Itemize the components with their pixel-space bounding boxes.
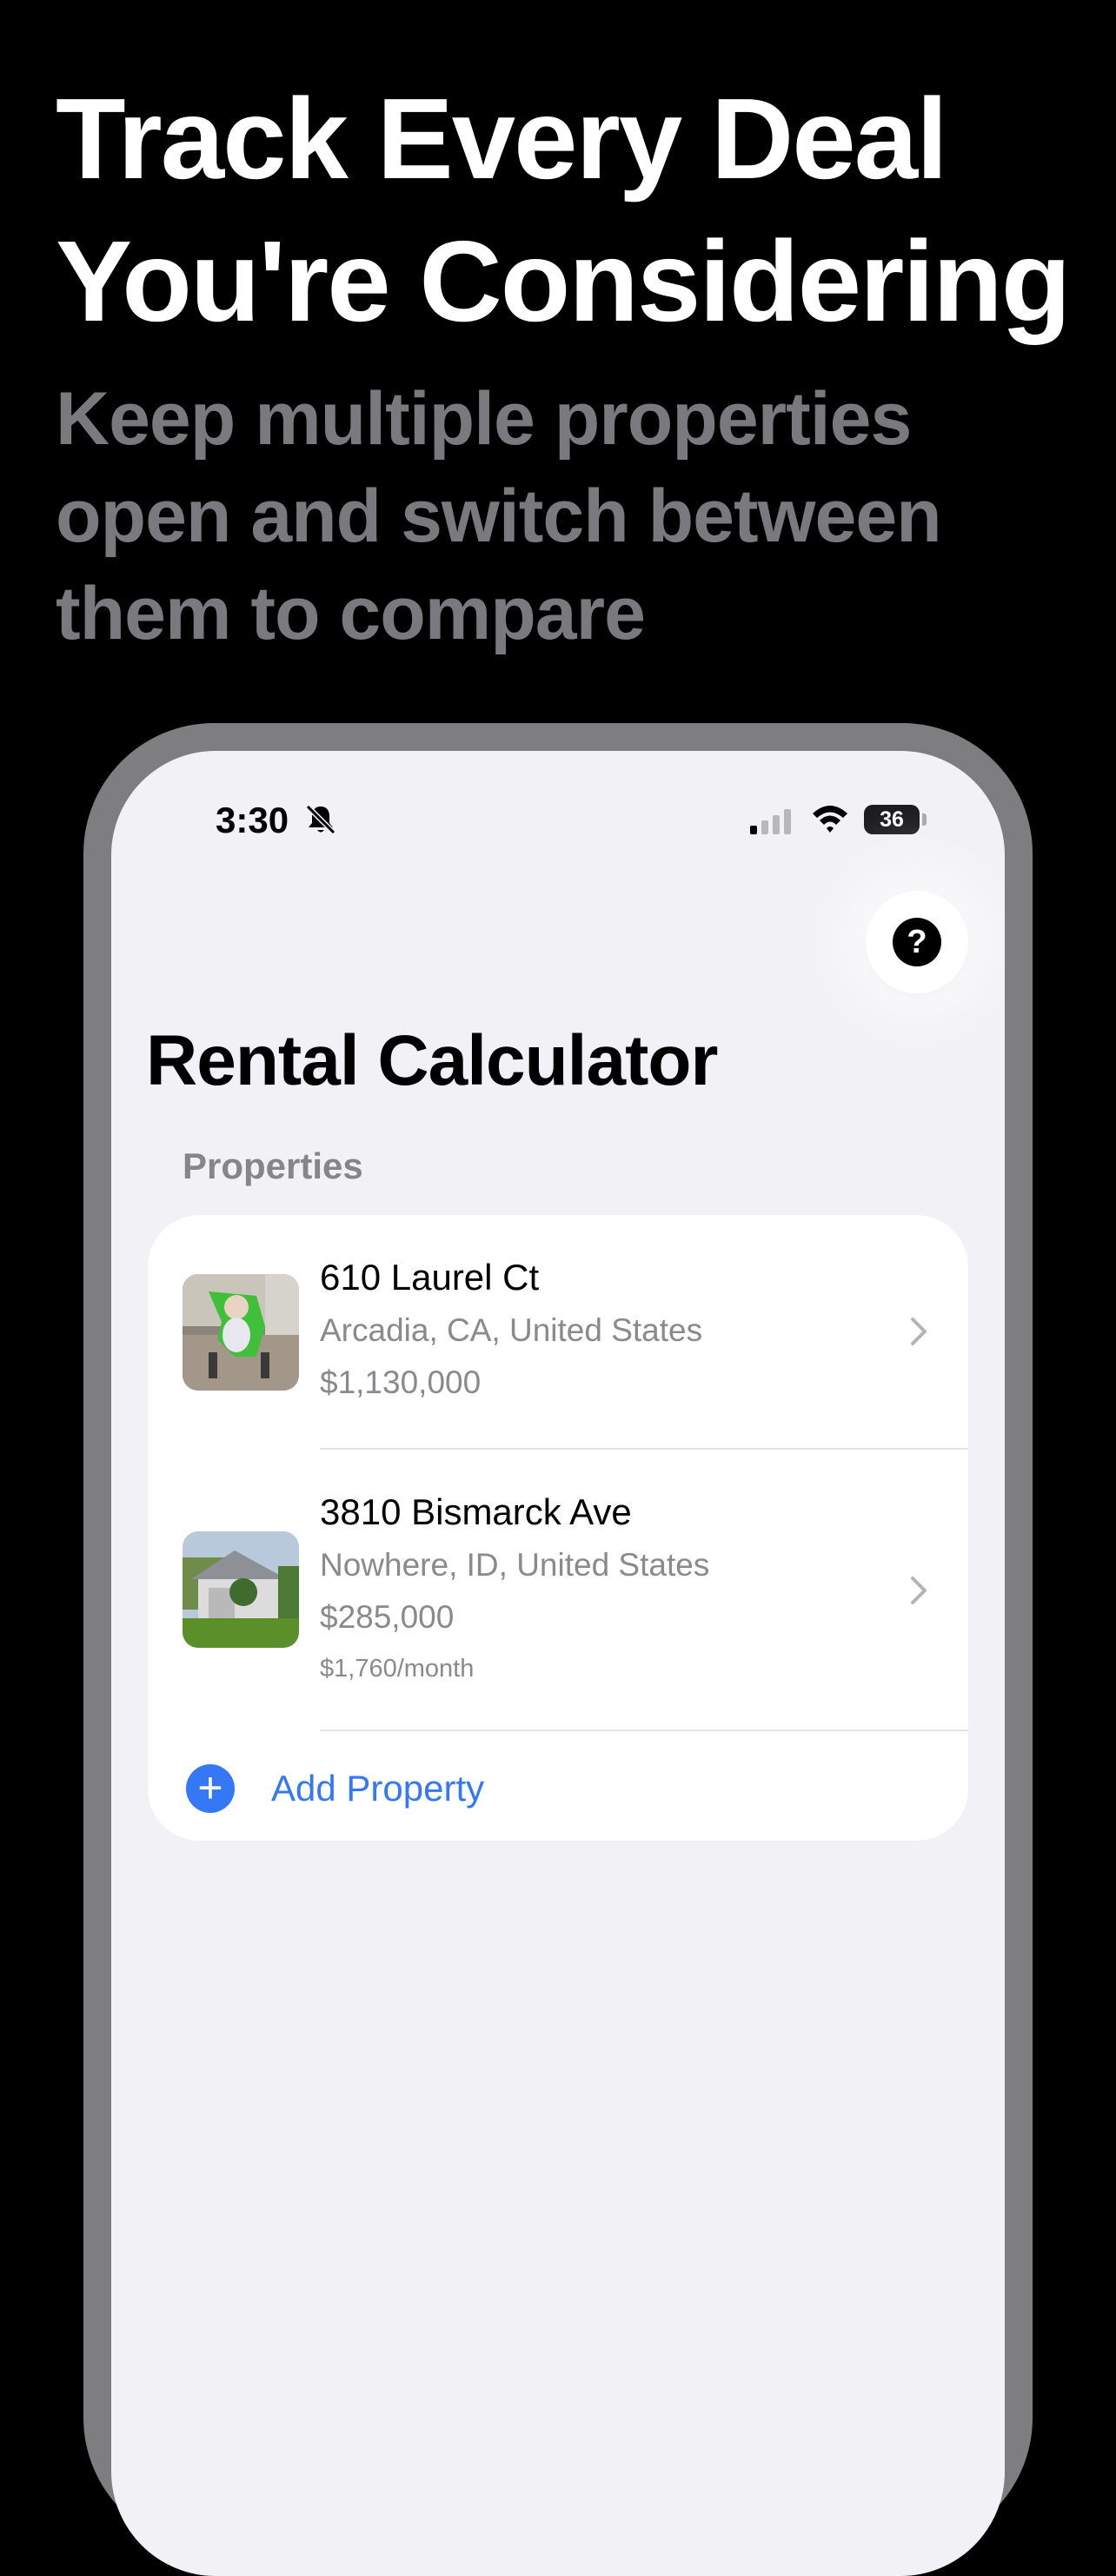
help-button[interactable]: ? (866, 891, 968, 993)
property-row[interactable]: 3810 Bismarck Ave Nowhere, ID, United St… (148, 1450, 968, 1731)
promo-subhead-line3: them to compare (56, 572, 646, 655)
status-time: 3:30 (216, 800, 289, 840)
wifi-icon (813, 806, 847, 833)
properties-list: 610 Laurel Ct Arcadia, CA, United States… (148, 1215, 968, 1841)
property-price: $285,000 (320, 1599, 455, 1635)
promo-headline: Track Every Deal You're Considering (56, 68, 1081, 353)
chevron-right-icon (911, 1318, 927, 1345)
property-photo (183, 1274, 299, 1391)
property-location: Nowhere, ID, United States (320, 1547, 710, 1583)
property-price: $1,130,000 (320, 1364, 482, 1400)
status-bar: 3:30 36 (111, 751, 1005, 855)
battery-icon: 36 (864, 805, 920, 834)
chevron-right-icon (911, 1577, 927, 1604)
property-address: 3810 Bismarck Ave (320, 1491, 632, 1532)
add-property-label: Add Property (271, 1768, 485, 1809)
property-rent: $1,760/month (320, 1655, 475, 1683)
property-address: 610 Laurel Ct (320, 1257, 540, 1298)
property-row[interactable]: 610 Laurel Ct Arcadia, CA, United States… (148, 1215, 968, 1450)
section-label-properties: Properties (183, 1145, 363, 1186)
property-location: Arcadia, CA, United States (320, 1312, 703, 1348)
promo-subhead-line1: Keep multiple properties (56, 377, 912, 461)
promo-subhead: Keep multiple properties open and switch… (56, 370, 1081, 662)
bell-slash-icon (305, 804, 336, 835)
question-icon: ? (893, 918, 941, 966)
plus-circle-icon: + (186, 1764, 235, 1813)
phone-screen: 3:30 36 ? Rental Calculator Properties 6… (111, 751, 1005, 2576)
row-divider (320, 1730, 968, 1731)
cellular-signal-icon (750, 809, 791, 834)
page-title: Rental Calculator (146, 1021, 718, 1100)
promo-headline-line2: You're Considering (56, 217, 1071, 345)
battery-cap (922, 813, 927, 826)
promo-subhead-line2: open and switch between (56, 475, 942, 558)
add-property-button[interactable]: + Add Property (148, 1736, 968, 1841)
promo-headline-line1: Track Every Deal (56, 75, 948, 202)
property-photo (183, 1531, 299, 1648)
